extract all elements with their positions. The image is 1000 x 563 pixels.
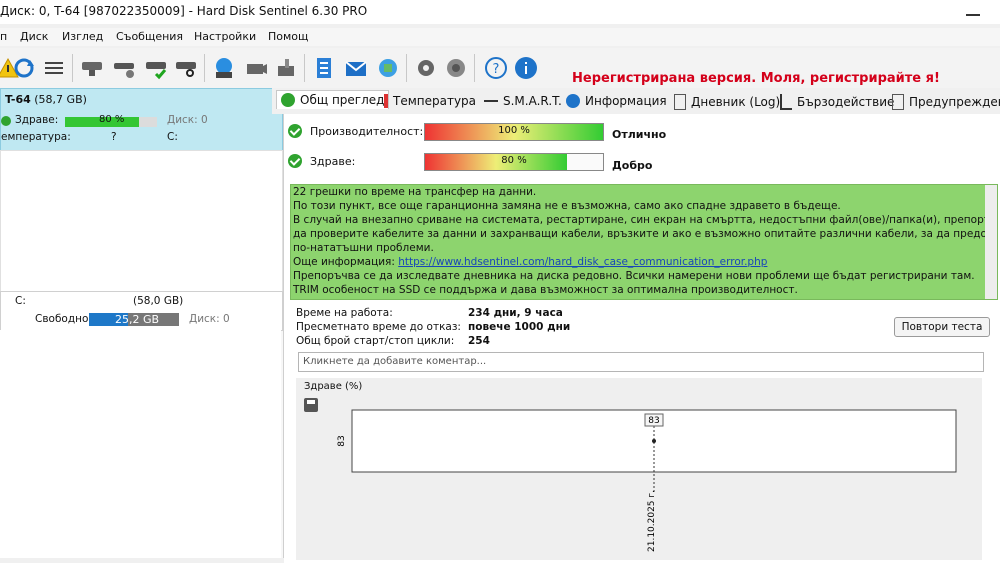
thermometer-icon: [384, 94, 388, 108]
disk-ok-icon[interactable]: [144, 56, 168, 80]
performance-value: 100 %: [498, 125, 530, 136]
uptime-label: Време на работа:: [296, 307, 393, 319]
x-tick-label: 21.10.2025 г.: [647, 490, 657, 552]
list-icon[interactable]: [42, 56, 66, 80]
share-icon[interactable]: [376, 56, 400, 80]
tab-temperature[interactable]: Температура: [384, 94, 476, 108]
free-space-value: 25,2 GB: [115, 313, 160, 326]
tab-smart[interactable]: S.M.A.R.T.: [484, 94, 562, 108]
more-info-label: Още информация:: [293, 256, 395, 268]
failure-time-value: повече 1000 дни: [468, 321, 571, 333]
document-icon: [892, 94, 904, 110]
comment-input[interactable]: Кликнете да добавите коментар...: [298, 352, 984, 372]
camera-icon[interactable]: [244, 56, 268, 80]
menu-item-help[interactable]: Помощ: [268, 30, 308, 43]
sound-icon[interactable]: [444, 56, 468, 80]
gear-icon[interactable]: [414, 56, 438, 80]
document-icon: [674, 94, 686, 110]
health-chart: 83 83 21.10.2025 г.: [337, 409, 957, 552]
disk-name: T-64: [5, 93, 31, 106]
menu-item-view[interactable]: Изглед: [62, 30, 103, 43]
refresh-icon[interactable]: [12, 56, 36, 80]
volume-size: (58,0 GB): [133, 295, 184, 307]
data-label: 83: [648, 416, 659, 426]
message-line: Препоръчва се да изследвате дневника на …: [293, 270, 975, 282]
start-stop-value: 254: [468, 335, 490, 347]
check-icon: [281, 93, 295, 107]
uptime-value: 234 дни, 9 часа: [468, 307, 563, 319]
disk-health-label: Здраве:: [15, 114, 59, 126]
start-stop-label: Общ брой старт/стоп цикли:: [296, 335, 455, 347]
network-disk-icon[interactable]: [212, 56, 236, 80]
health-check-icon: [1, 116, 11, 126]
failure-time-label: Пресметнато време до отказ:: [296, 321, 461, 333]
message-line: TRIM особеност на SSD се поддържа и дава…: [293, 284, 798, 296]
overview-panel: Производителност: 100 % Отлично Здраве: …: [284, 114, 1000, 563]
health-value: 80 %: [501, 155, 527, 166]
tab-bar: Общ преглед Температура S.M.A.R.T. Инфор…: [272, 88, 1000, 114]
volume-letter: C:: [15, 295, 26, 307]
info-icon: [566, 94, 580, 108]
disk-search-icon[interactable]: [174, 56, 198, 80]
email-icon[interactable]: [344, 56, 368, 80]
performance-label: Производителност:: [310, 125, 424, 138]
volume-disk-number: Диск: 0: [189, 313, 230, 325]
temperature-label: емпература:: [1, 131, 71, 143]
minimize-button[interactable]: [966, 14, 980, 16]
menu-item-disk[interactable]: Диск: [20, 30, 48, 43]
volume-item[interactable]: C: (58,0 GB) Свободно 25,2 GB Диск: 0: [0, 291, 283, 331]
health-rating: Добро: [612, 159, 653, 172]
health-chart-area: Здраве (%) 83 83 21.10.2025 г.: [296, 378, 982, 560]
health-check-icon: [288, 154, 302, 168]
tab-information[interactable]: Информация: [566, 94, 667, 108]
svg-text:?: ?: [493, 62, 500, 77]
menu-item-file[interactable]: п: [0, 30, 7, 43]
message-scrollbar[interactable]: [985, 185, 997, 299]
message-line: По този пункт, все още гаранционна замян…: [293, 200, 841, 212]
title-bar: Диск: 0, T-64 [987022350009] - Hard Disk…: [0, 0, 1000, 24]
message-line: да проверите кабелите за данни и захранв…: [293, 228, 998, 240]
disk-number: Диск: 0: [167, 114, 208, 126]
disk-item-selected[interactable]: T-64 (58,7 GB) Здраве: 80 % Диск: 0 емпе…: [0, 88, 283, 152]
status-message-box: 22 грешки по време на трансфер на данни.…: [290, 184, 998, 300]
disk-size: (58,7 GB): [34, 93, 87, 106]
tab-log[interactable]: Дневник (Log): [674, 94, 780, 110]
volume-list-empty: [0, 330, 281, 558]
export-icon[interactable]: [274, 56, 298, 80]
y-tick-label: 83: [337, 435, 347, 446]
temperature-value: ?: [111, 131, 117, 143]
tab-warnings[interactable]: Предупреждения: [892, 94, 1000, 110]
message-line: В случай на внезапно сриване на системат…: [293, 214, 998, 226]
menu-bar: п Диск Изглед Съобщения Настройки Помощ: [0, 28, 1000, 46]
message-line: 22 грешки по време на трансфер на данни.: [293, 186, 537, 198]
registration-link[interactable]: Нерегистрирана версия. Моля, регистрирай…: [572, 71, 940, 86]
performance-rating: Отлично: [612, 128, 667, 141]
performance-check-icon: [288, 124, 302, 138]
disk-health-value: 80 %: [99, 114, 125, 125]
disk-test-icon[interactable]: [112, 56, 136, 80]
health-gauge: 80 %: [424, 153, 604, 171]
retest-button[interactable]: Повтори теста: [894, 317, 990, 337]
message-line: по-нататъшни проблеми.: [293, 242, 434, 254]
performance-gauge: 100 %: [424, 123, 604, 141]
more-info-link[interactable]: https://www.hdsentinel.com/hard_disk_cas…: [398, 256, 767, 268]
disk-info-icon[interactable]: [80, 56, 104, 80]
menu-item-settings[interactable]: Настройки: [194, 30, 256, 43]
menu-item-messages[interactable]: Съобщения: [116, 30, 183, 43]
left-panel: T-64 (58,7 GB) Здраве: 80 % Диск: 0 емпе…: [0, 88, 284, 558]
help-icon[interactable]: ?: [484, 56, 508, 80]
tab-overview[interactable]: Общ преглед: [276, 90, 390, 109]
free-space-label: Свободно: [35, 313, 89, 325]
info-icon[interactable]: [514, 56, 538, 80]
drive-letter: C:: [167, 131, 178, 143]
tab-performance[interactable]: Бързодействие: [780, 94, 894, 110]
report-icon[interactable]: [312, 56, 336, 80]
disk-list-empty: [0, 150, 283, 292]
health-label: Здраве:: [310, 155, 356, 168]
dash-icon: [484, 100, 498, 102]
window-title: Диск: 0, T-64 [987022350009] - Hard Disk…: [0, 4, 368, 18]
data-point: [652, 439, 656, 443]
chart-icon: [780, 94, 792, 110]
